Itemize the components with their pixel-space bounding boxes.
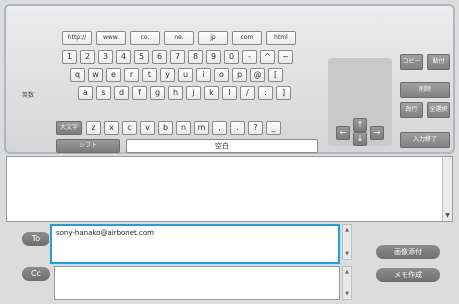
attach-image-button[interactable]: 画像添付 [376, 245, 440, 259]
url-row-key[interactable]: com [232, 31, 262, 45]
to-address-field[interactable]: sony-hanako@airbonet.com [50, 224, 340, 264]
arrow-right-icon[interactable]: → [370, 126, 384, 140]
row2-key[interactable]: i [196, 68, 211, 82]
row2-key[interactable]: @ [250, 68, 265, 82]
row4-key[interactable]: v [140, 121, 155, 135]
arrow-down-icon[interactable]: ↓ [353, 132, 367, 146]
row4-key[interactable]: b [158, 121, 173, 135]
row1-key[interactable]: 4 [116, 50, 131, 64]
space-key[interactable]: 空白 [126, 139, 318, 153]
input-mode-label[interactable]: 英数 [22, 90, 34, 99]
row3-key[interactable]: j [186, 86, 201, 100]
row1-key[interactable]: ~ [278, 50, 293, 64]
row3-key[interactable]: l [222, 86, 237, 100]
arrow-key-pad: ↑ ← → ↓ [328, 58, 392, 146]
row4-key[interactable]: . [230, 121, 245, 135]
row2-key[interactable]: y [160, 68, 175, 82]
body-scrollbar[interactable]: ▼ [442, 157, 452, 221]
select-all-button[interactable]: 全選択 [427, 102, 450, 118]
row4-key[interactable]: x [104, 121, 119, 135]
cc-label-button[interactable]: Cc [22, 267, 50, 281]
row4-key[interactable]: n [176, 121, 191, 135]
cc-address-field[interactable] [54, 266, 340, 300]
row1-key[interactable]: ^ [260, 50, 275, 64]
row2-key[interactable]: e [106, 68, 121, 82]
row3-key[interactable]: d [114, 86, 129, 100]
row1-key[interactable]: 7 [170, 50, 185, 64]
row3-key[interactable]: ] [276, 86, 291, 100]
row4-key[interactable]: , [212, 121, 227, 135]
cc-scrollbar[interactable]: ▲ ▼ [342, 266, 352, 300]
create-memo-button[interactable]: メモ作成 [376, 268, 440, 282]
software-keyboard: http://www. co. ne. jp com html 1 2 3 4 5 6 7 8 9 0- ^ ~… [4, 4, 455, 154]
copy-button[interactable]: コピー [400, 54, 423, 70]
row3-key[interactable]: a [78, 86, 93, 100]
row2-key[interactable]: t [142, 68, 157, 82]
mail-compose-screen: http://www. co. ne. jp com html 1 2 3 4 5 6 7 8 9 0- ^ ~… [0, 0, 459, 304]
row3-key[interactable]: h [168, 86, 183, 100]
row4-key[interactable]: _ [266, 121, 281, 135]
row1-key[interactable]: 3 [98, 50, 113, 64]
newline-button[interactable]: 改行 [400, 102, 423, 118]
url-row-key[interactable]: html [266, 31, 296, 45]
arrow-up-icon[interactable]: ↑ [353, 118, 367, 132]
arrow-left-icon[interactable]: ← [336, 126, 350, 140]
message-body-text [7, 157, 452, 163]
row2-key[interactable]: w [88, 68, 103, 82]
url-row-key[interactable]: http:// [62, 31, 92, 45]
row3-key[interactable]: f [132, 86, 147, 100]
row2-key[interactable]: u [178, 68, 193, 82]
row1-key[interactable]: 6 [152, 50, 167, 64]
row3-key[interactable]: k [204, 86, 219, 100]
row3-key[interactable]: / [240, 86, 255, 100]
row1-key[interactable]: 5 [134, 50, 149, 64]
row2-key[interactable]: q [70, 68, 85, 82]
row4-key[interactable]: m [194, 121, 209, 135]
url-row-key[interactable]: jp [198, 31, 228, 45]
scroll-down-icon[interactable]: ▼ [444, 212, 451, 219]
to-address-value: sony-hanako@airbonet.com [56, 229, 154, 237]
message-body-field[interactable]: ▼ [6, 156, 453, 222]
url-row-key[interactable]: www. [96, 31, 126, 45]
url-row-key[interactable]: ne. [164, 31, 194, 45]
caps-key[interactable]: 大文字 [56, 121, 82, 135]
row4-key[interactable]: ? [248, 121, 263, 135]
row1-key[interactable]: 8 [188, 50, 203, 64]
row2-key[interactable]: r [124, 68, 139, 82]
row3-key[interactable]: s [96, 86, 111, 100]
row4-key[interactable]: z [86, 121, 101, 135]
finish-input-button[interactable]: 入力終了 [400, 132, 450, 148]
url-row-key[interactable]: co. [130, 31, 160, 45]
row1-key[interactable]: 2 [80, 50, 95, 64]
row1-key[interactable]: 9 [206, 50, 221, 64]
row2-key[interactable]: o [214, 68, 229, 82]
row3-key[interactable]: g [150, 86, 165, 100]
delete-button[interactable]: 削除 [400, 82, 450, 98]
scroll-down-icon[interactable]: ▼ [344, 291, 350, 297]
scroll-down-icon[interactable]: ▼ [344, 251, 350, 257]
shift-key[interactable]: シフト [56, 139, 120, 153]
row1-key[interactable]: - [242, 50, 257, 64]
row4-key[interactable]: c [122, 121, 137, 135]
to-label-button[interactable]: To [22, 232, 50, 246]
row3-key[interactable]: : [258, 86, 273, 100]
row1-key[interactable]: 0 [224, 50, 239, 64]
to-scrollbar[interactable]: ▲ ▼ [342, 224, 352, 260]
paste-button[interactable]: 貼付 [427, 54, 450, 70]
row1-key[interactable]: 1 [62, 50, 77, 64]
row2-key[interactable]: [ [268, 68, 283, 82]
scroll-up-icon[interactable]: ▲ [344, 269, 350, 275]
row2-key[interactable]: p [232, 68, 247, 82]
scroll-up-icon[interactable]: ▲ [344, 227, 350, 233]
